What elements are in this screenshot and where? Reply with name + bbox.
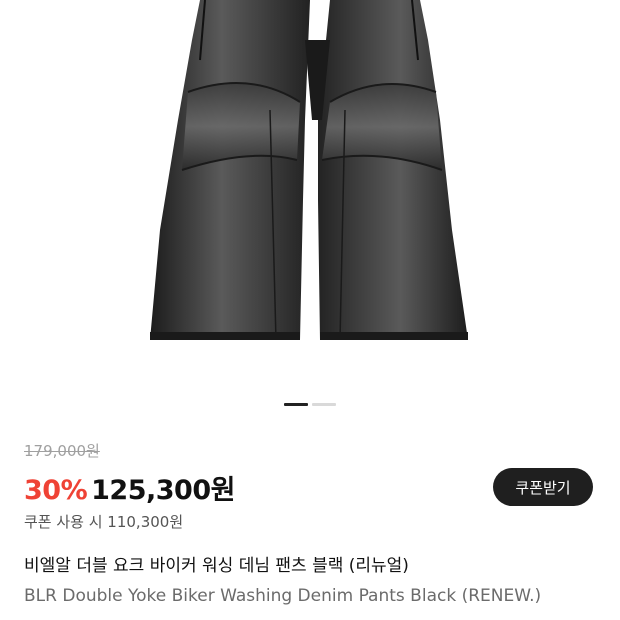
carousel-dot[interactable]	[312, 403, 336, 406]
product-name-korean: 비엘알 더블 요크 바이커 워싱 데님 팬츠 블랙 (리뉴얼)	[24, 556, 409, 576]
price-row: 30% 125,300원	[24, 468, 235, 507]
original-price: 179,000원	[24, 442, 100, 460]
coupon-price: 쿠폰 사용 시 110,300원	[24, 513, 184, 531]
product-name-english: BLR Double Yoke Biker Washing Denim Pant…	[24, 586, 542, 606]
carousel-dot-active[interactable]	[284, 403, 308, 406]
denim-pants-illustration	[150, 0, 468, 341]
get-coupon-button[interactable]: 쿠폰받기	[493, 468, 593, 506]
discount-rate: 30%	[24, 475, 88, 506]
product-image[interactable]	[0, 0, 620, 392]
carousel-indicator	[0, 403, 620, 406]
sale-price: 125,300원	[91, 475, 235, 506]
